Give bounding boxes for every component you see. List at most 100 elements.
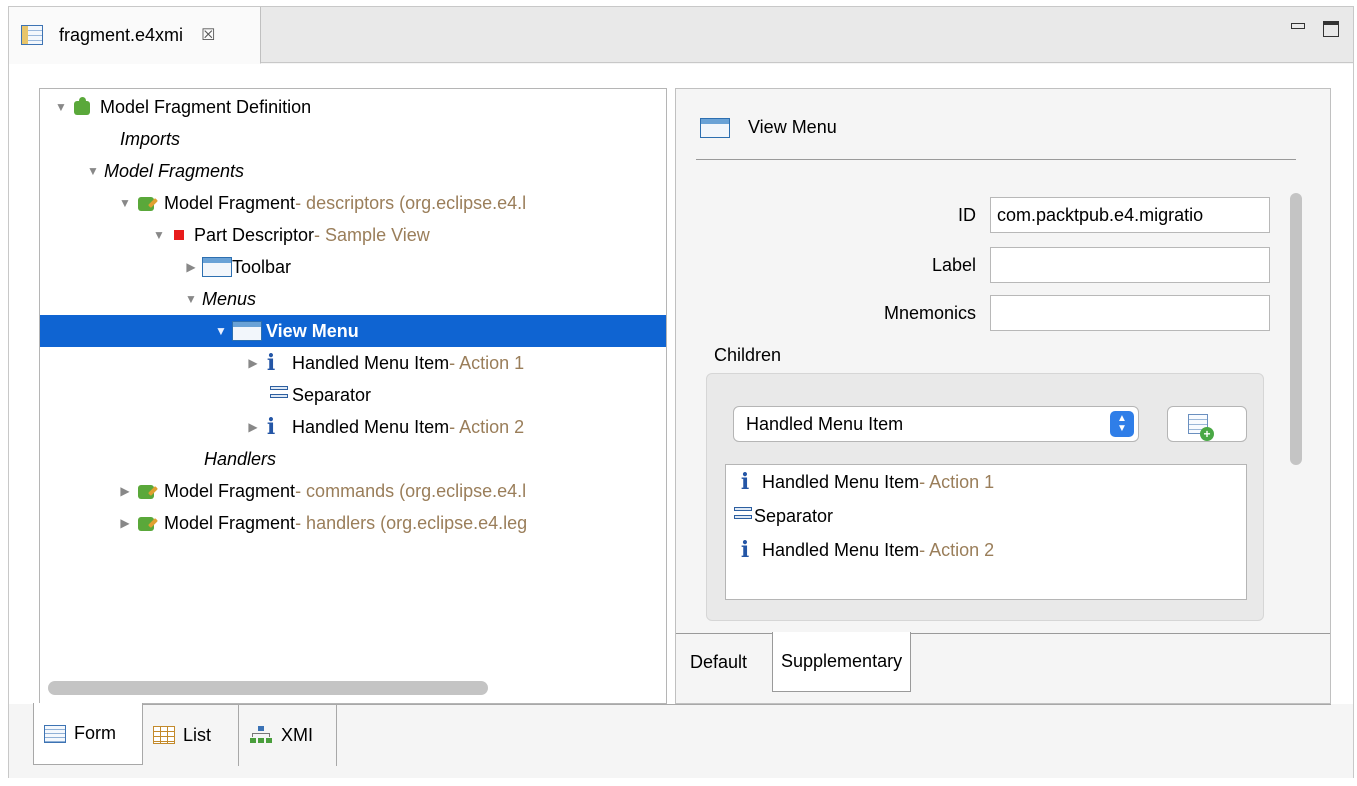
child-type-select[interactable]: Handled Menu Item ▲ ▼ xyxy=(733,406,1139,442)
collapse-arrow-icon[interactable]: ▶ xyxy=(246,420,260,434)
tab-list[interactable]: List xyxy=(143,704,239,766)
tree-item-handlers[interactable]: Handlers xyxy=(40,443,666,475)
tree-item-separator[interactable]: Separator xyxy=(40,379,666,411)
separator-icon xyxy=(732,505,754,527)
list-item-label: Handled Menu Item xyxy=(762,471,920,492)
tree-item-label: Menus xyxy=(202,288,257,309)
list-item-detail: - Action 1 xyxy=(919,471,995,492)
children-list[interactable]: i Handled Menu Item - Action 1 Separator… xyxy=(725,464,1247,600)
expand-arrow-icon[interactable]: ▼ xyxy=(118,196,132,210)
tab-default[interactable]: Default xyxy=(682,633,755,691)
window-controls xyxy=(1291,21,1339,37)
tree-item-detail: - handlers (org.eclipse.e4.leg xyxy=(295,512,528,533)
list-item-label: Handled Menu Item xyxy=(762,539,920,560)
tab-xmi[interactable]: XMI xyxy=(239,704,337,766)
tree-item-model-fragment-handlers[interactable]: ▶ Model Fragment - handlers (org.eclipse… xyxy=(40,507,666,539)
expand-arrow-icon[interactable]: ▼ xyxy=(86,164,100,178)
info-icon: i xyxy=(266,350,276,376)
tree-item-detail: - descriptors (org.eclipse.e4.l xyxy=(295,192,527,213)
part-descriptor-icon xyxy=(174,230,184,240)
tab-form[interactable]: Form xyxy=(33,703,143,765)
editor-tab-title: fragment.e4xmi xyxy=(59,24,184,45)
tab-supplementary[interactable]: Supplementary xyxy=(772,632,912,692)
tree-item-label: Model Fragment Definition xyxy=(100,96,312,117)
tree-item-handled-menu-item-1[interactable]: ▶ i Handled Menu Item - Action 1 xyxy=(40,347,666,379)
horizontal-scrollbar[interactable] xyxy=(48,681,488,695)
vertical-scrollbar[interactable] xyxy=(1290,193,1302,465)
id-field[interactable] xyxy=(990,197,1270,233)
tree-item-model-fragment-descriptors[interactable]: ▼ Model Fragment - descriptors (org.ecli… xyxy=(40,187,666,219)
expand-arrow-icon[interactable]: ▼ xyxy=(54,100,68,114)
tree-item-view-menu[interactable]: ▼ View Menu xyxy=(40,315,666,347)
expand-arrow-icon[interactable]: ▼ xyxy=(184,292,198,306)
select-arrows-icon[interactable]: ▲ ▼ xyxy=(1110,411,1134,437)
tree-item-label: Part Descriptor xyxy=(194,224,315,245)
list-item[interactable]: Separator xyxy=(732,501,833,531)
fragment-puzzle-icon xyxy=(136,481,158,501)
form-icon xyxy=(44,724,66,743)
tab-xmi-label: XMI xyxy=(281,724,314,745)
toolbar-icon xyxy=(202,257,232,277)
editor-content: ▼ Model Fragment Definition Imports ▼ Mo… xyxy=(9,64,1353,704)
label-field[interactable] xyxy=(990,247,1270,283)
editor-tab-strip: fragment.e4xmi ☒ xyxy=(9,7,1353,64)
tree-item-label: Separator xyxy=(292,384,372,405)
tree-item-label: Handlers xyxy=(204,448,277,469)
puzzle-icon xyxy=(72,97,94,117)
form-header: View Menu xyxy=(700,117,837,138)
tree-item-label: View Menu xyxy=(266,320,359,341)
tree-item-model-fragments[interactable]: ▼ Model Fragments xyxy=(40,155,666,187)
tree-item-label: Handled Menu Item xyxy=(292,352,450,373)
mnemonics-field[interactable] xyxy=(990,295,1270,331)
tree-item-label: Imports xyxy=(120,128,181,149)
tree-item-detail: - Sample View xyxy=(314,224,430,245)
close-tab-icon[interactable]: ☒ xyxy=(201,25,215,45)
tree-item-detail: - Action 1 xyxy=(449,352,525,373)
tree-item-model-fragment-definition[interactable]: ▼ Model Fragment Definition xyxy=(40,91,666,123)
add-child-button[interactable] xyxy=(1167,406,1247,442)
fragment-puzzle-icon xyxy=(136,513,158,533)
header-divider xyxy=(696,159,1296,160)
e4xmi-file-icon xyxy=(21,25,43,45)
info-icon: i xyxy=(740,469,750,495)
minimize-icon[interactable] xyxy=(1291,23,1305,29)
tab-list-label: List xyxy=(183,724,212,745)
tree-item-detail: - commands (org.eclipse.e4.l xyxy=(295,480,527,501)
tree-item-handled-menu-item-2[interactable]: ▶ i Handled Menu Item - Action 2 xyxy=(40,411,666,443)
tree-item-imports[interactable]: Imports xyxy=(40,123,666,155)
tree-item-label: Toolbar xyxy=(232,256,292,277)
model-tree[interactable]: ▼ Model Fragment Definition Imports ▼ Mo… xyxy=(39,88,667,704)
tree-item-part-descriptor[interactable]: ▼ Part Descriptor - Sample View xyxy=(40,219,666,251)
separator-icon xyxy=(268,384,290,406)
editor-tab-fragment[interactable]: fragment.e4xmi ☒ xyxy=(9,7,261,64)
collapse-arrow-icon[interactable]: ▶ xyxy=(118,484,132,498)
tree-item-detail: - Action 2 xyxy=(449,416,525,437)
collapse-arrow-icon[interactable]: ▶ xyxy=(246,356,260,370)
form-title: View Menu xyxy=(748,117,837,137)
tree-item-label: Model Fragment xyxy=(164,512,296,533)
collapse-arrow-icon[interactable]: ▶ xyxy=(184,260,198,274)
editor-frame: fragment.e4xmi ☒ ▼ Model Fragment Defini… xyxy=(8,6,1354,778)
child-type-value: Handled Menu Item xyxy=(746,413,904,434)
expand-arrow-icon[interactable]: ▼ xyxy=(214,324,228,338)
id-label: ID xyxy=(958,205,976,225)
fragment-puzzle-icon xyxy=(136,193,158,213)
tree-item-label: Model Fragments xyxy=(104,160,245,181)
expand-arrow-icon[interactable]: ▼ xyxy=(152,228,166,242)
tree-item-label: Model Fragment xyxy=(164,192,296,213)
tree-item-label: Handled Menu Item xyxy=(292,416,450,437)
tree-item-menus[interactable]: ▼ Menus xyxy=(40,283,666,315)
menu-icon xyxy=(232,321,262,341)
detail-form: View Menu ID Label Mnemonics Children Ha… xyxy=(675,88,1331,704)
tree-item-toolbar[interactable]: ▶ Toolbar xyxy=(40,251,666,283)
maximize-icon[interactable] xyxy=(1323,21,1339,37)
menu-icon xyxy=(700,117,730,138)
list-item[interactable]: i Handled Menu Item - Action 1 xyxy=(738,467,994,497)
children-group: Handled Menu Item ▲▼ i Handled Menu Item… xyxy=(706,373,1264,621)
list-item[interactable]: i Handled Menu Item - Action 2 xyxy=(738,535,994,565)
tree-item-model-fragment-commands[interactable]: ▶ Model Fragment - commands (org.eclipse… xyxy=(40,475,666,507)
list-item-detail: - Action 2 xyxy=(919,539,995,560)
info-icon: i xyxy=(266,414,276,440)
collapse-arrow-icon[interactable]: ▶ xyxy=(118,516,132,530)
table-icon xyxy=(153,726,175,744)
